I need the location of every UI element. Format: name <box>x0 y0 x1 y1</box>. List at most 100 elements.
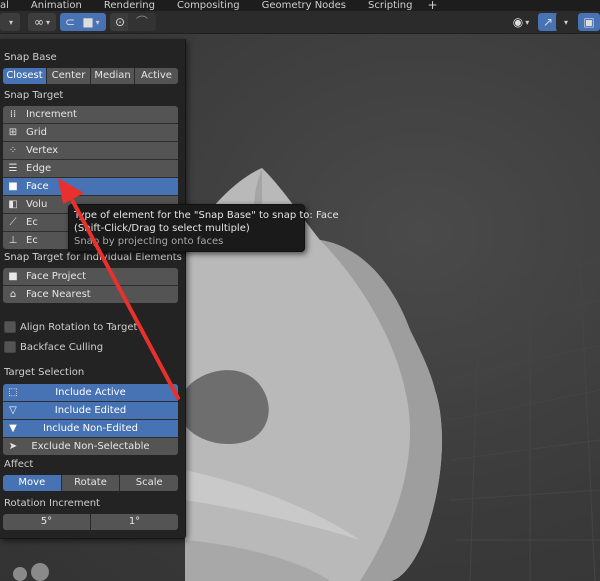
tooltip: Type of element for the "Snap Base" to s… <box>68 204 339 252</box>
include-non-edited-toggle[interactable]: ▼ Include Non-Edited <box>3 420 178 438</box>
snap-target-vertex[interactable]: ⁘ Vertex <box>3 142 178 160</box>
chevron-down-icon: ▾ <box>525 17 530 27</box>
edge-center-icon: ⟋ <box>9 217 17 228</box>
snap-target-label: Snap Target <box>4 90 64 101</box>
vertex-icon: ⁘ <box>8 145 18 156</box>
face-project-toggle[interactable]: ■ Face Project <box>3 268 178 286</box>
backface-culling-label: Backface Culling <box>20 341 104 353</box>
workspace-menu: al Animation Rendering Compositing Geome… <box>0 0 600 11</box>
tooltip-description-text: Type of element for the "Snap Base" to s… <box>74 210 313 221</box>
face-icon: ■ <box>8 181 18 192</box>
affect-move[interactable]: Move <box>3 475 62 491</box>
snap-base-center[interactable]: Center <box>47 68 91 84</box>
snap-target-grid-label: Grid <box>26 127 47 138</box>
tooltip-shortcut-hint: (Shift-Click/Drag to select multiple) <box>74 223 250 234</box>
tooltip-current-value: Face <box>315 210 339 221</box>
exclude-non-selectable-label: Exclude Non-Selectable <box>31 441 150 452</box>
menu-item-rendering[interactable]: Rendering <box>93 0 166 11</box>
snap-base-label: Snap Base <box>4 52 57 63</box>
include-active-icon: ⬚ <box>8 387 18 398</box>
rotation-increment-field[interactable]: 5° <box>3 514 91 530</box>
menu-item-geometry-nodes[interactable]: Geometry Nodes <box>251 0 357 11</box>
grid-icon: ⊞ <box>8 127 18 138</box>
rotation-increment-fields: 5° 1° <box>3 514 178 530</box>
face-nearest-label: Face Nearest <box>26 289 91 300</box>
menu-item-scripting[interactable]: Scripting <box>357 0 423 11</box>
overlay-icon: ▣ <box>583 15 595 29</box>
snap-base-selector: Closest Center Median Active <box>3 68 178 84</box>
include-active-label: Include Active <box>55 387 126 398</box>
snap-base-closest[interactable]: Closest <box>3 68 47 84</box>
backface-culling-checkbox[interactable]: Backface Culling <box>4 341 103 353</box>
snap-target-increment-label: Increment <box>26 109 77 120</box>
checkbox-box <box>4 341 16 353</box>
snap-base-active[interactable]: Active <box>135 68 178 84</box>
gizmo-dropdown[interactable]: ▾ <box>556 13 574 31</box>
exclude-non-selectable-toggle[interactable]: ➤ Exclude Non-Selectable <box>3 438 178 455</box>
transform-orientation-dropdown[interactable]: ∞ ▾ <box>28 13 56 31</box>
link-icon: ∞ <box>33 15 44 29</box>
face-nearest-icon: ⌂ <box>9 289 17 300</box>
overlays-toggle[interactable]: ▣ <box>578 13 600 31</box>
snap-target-edge-label: Edge <box>26 163 52 174</box>
snap-base-median[interactable]: Median <box>91 68 135 84</box>
chevron-down-icon: ▾ <box>95 17 100 27</box>
magnet-icon: ⊂ <box>64 15 76 29</box>
individual-elements-label: Snap Target for Individual Elements <box>4 252 182 263</box>
snap-element-dropdown[interactable]: ■ ▾ <box>76 13 106 31</box>
floor-grid <box>429 259 600 581</box>
viewport-header: ▾ ∞ ▾ ⊂ ■ ▾ ⊙ ⌒ ◉ ▾ ↗ ▾ ▣ <box>0 11 600 34</box>
snap-target-face-label: Face <box>26 181 49 192</box>
face-project-icon: ■ <box>8 271 18 282</box>
snap-target-face[interactable]: ■ Face <box>3 178 178 196</box>
checkbox-box <box>4 321 16 333</box>
face-snap-icon: ■ <box>82 15 94 29</box>
gizmo-toggle[interactable]: ↗ <box>538 13 558 31</box>
pivot-icon: ▾ <box>0 13 20 31</box>
menu-item-animation[interactable]: Animation <box>20 0 93 11</box>
snap-target-volume-label: Volu <box>26 199 48 210</box>
falloff-dropdown[interactable]: ⌒ <box>128 13 156 31</box>
volume-icon: ◧ <box>8 199 18 210</box>
affect-label: Affect <box>4 459 34 470</box>
include-edited-label: Include Edited <box>54 405 127 416</box>
snap-target-grid[interactable]: ⊞ Grid <box>3 124 178 142</box>
snap-target-edge-perpendicular-label: Ec <box>26 235 38 246</box>
align-rotation-checkbox[interactable]: Align Rotation to Target <box>4 321 137 333</box>
affect-rotate[interactable]: Rotate <box>61 475 121 491</box>
include-active-toggle[interactable]: ⬚ Include Active <box>3 384 178 402</box>
snap-target-edge[interactable]: ☰ Edge <box>3 160 178 178</box>
rotation-increment-label: Rotation Increment <box>4 498 100 509</box>
snap-target-edge-center-label: Ec <box>26 217 38 228</box>
include-edited-toggle[interactable]: ▽ Include Edited <box>3 402 178 420</box>
tooltip-description: Type of element for the "Snap Base" to s… <box>74 209 339 222</box>
tooltip-element-description: Snap by projecting onto faces <box>74 236 224 247</box>
proportional-edit-toggle[interactable]: ⊙ <box>110 13 130 31</box>
affect-selector: Move Rotate Scale <box>3 475 179 491</box>
snap-target-increment[interactable]: ⁞⁞ Increment <box>3 106 178 124</box>
edge-icon: ☰ <box>8 163 18 174</box>
rotation-increment-precision-field[interactable]: 1° <box>91 514 178 530</box>
transform-pivot-dropdown[interactable]: ▾ <box>0 13 20 31</box>
visibility-dropdown[interactable]: ◉ ▾ <box>504 13 538 31</box>
menu-item-compositing[interactable]: Compositing <box>166 0 251 11</box>
proportional-edit-icon: ⊙ <box>114 15 126 29</box>
face-project-label: Face Project <box>26 271 87 282</box>
include-non-edited-label: Include Non-Edited <box>43 423 138 434</box>
align-rotation-label: Align Rotation to Target <box>20 321 138 333</box>
falloff-curve-icon: ⌒ <box>135 15 148 29</box>
chevron-down-icon: ▾ <box>45 17 50 27</box>
cursor-arrow-icon: ➤ <box>8 441 18 452</box>
gizmo-icon: ↗ <box>542 15 554 29</box>
snapping-popover: Snap Base Closest Center Median Active S… <box>0 39 186 539</box>
individual-elements-list: ■ Face Project ⌂ Face Nearest <box>3 268 178 303</box>
affect-scale[interactable]: Scale <box>120 475 179 491</box>
chevron-down-icon: ▾ <box>563 17 568 27</box>
include-non-edited-icon: ▼ <box>9 423 17 434</box>
include-edited-icon: ▽ <box>9 405 17 416</box>
add-workspace-button[interactable]: + <box>423 0 437 11</box>
face-nearest-toggle[interactable]: ⌂ Face Nearest <box>3 286 178 303</box>
eye-icon: ◉ <box>512 15 524 29</box>
menu-item-layout[interactable]: al <box>0 0 20 11</box>
increment-icon: ⁞⁞ <box>9 109 17 120</box>
